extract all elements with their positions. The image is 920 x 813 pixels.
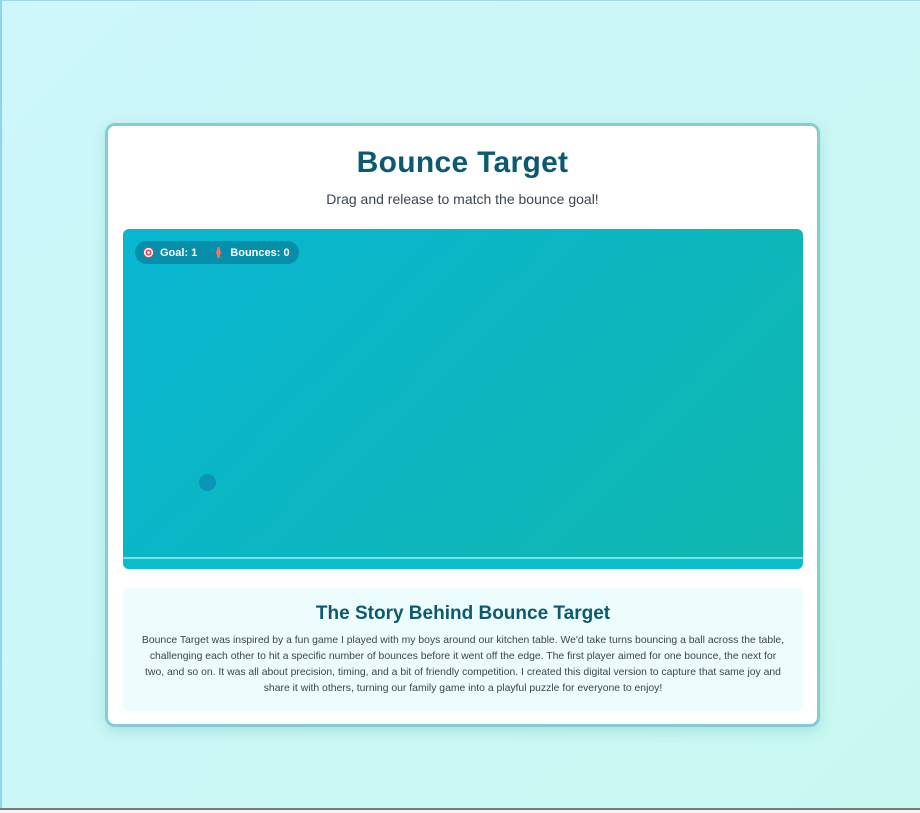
- collision-icon: [213, 247, 225, 258]
- story-text: Bounce Target was inspired by a fun game…: [141, 635, 785, 694]
- story-title: The Story Behind Bounce Target: [315, 603, 611, 624]
- game-subtitle: Drag and release to match the bounce goa…: [326, 191, 599, 207]
- game-title: Bounce Target: [356, 146, 569, 179]
- game-card: Bounce Target Drag and release to match …: [105, 123, 820, 727]
- window-top-edge: [0, 0, 920, 1]
- story-section: The Story Behind Bounce Target Bounce Ta…: [123, 588, 803, 711]
- window-bottom-edge: [0, 808, 920, 813]
- ball[interactable]: [199, 474, 216, 491]
- score-hud: Goal: 1 Bounces: 0: [135, 241, 299, 264]
- bounce-counter: Bounces: 0: [230, 246, 290, 259]
- goal-counter: Goal: 1: [160, 246, 198, 259]
- target-icon: [143, 247, 154, 258]
- ground-line: [123, 557, 803, 569]
- game-board[interactable]: Goal: 1 Bounces: 0: [123, 229, 803, 569]
- window-left-edge: [0, 0, 2, 808]
